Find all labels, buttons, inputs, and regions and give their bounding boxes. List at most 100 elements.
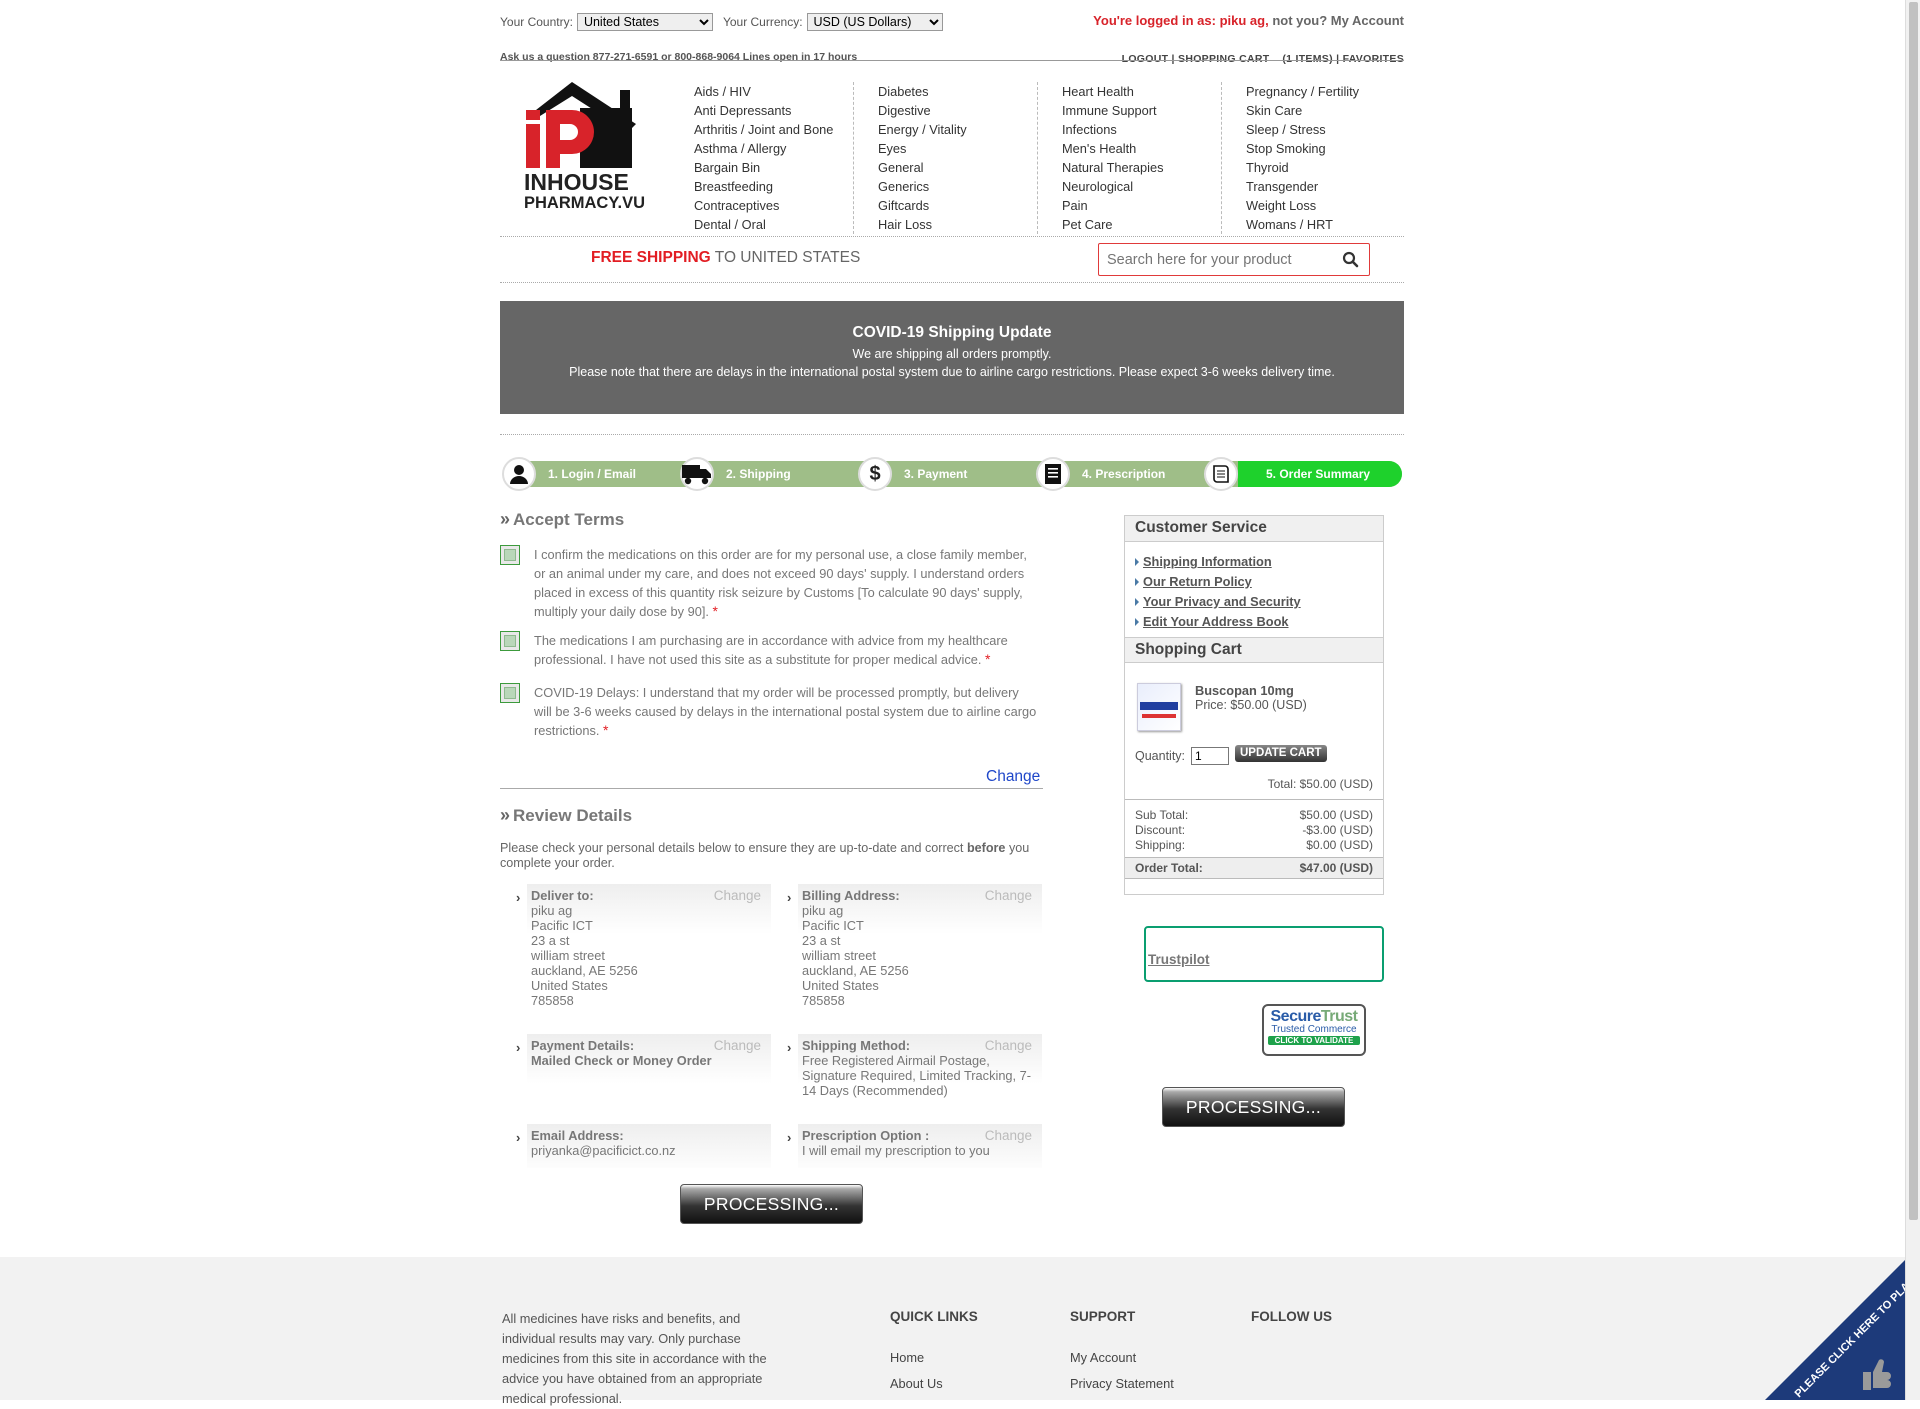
step-payment[interactable]: $ 3. Payment xyxy=(858,457,967,491)
update-cart-button[interactable]: UPDATE CART xyxy=(1235,745,1327,762)
category-link[interactable]: Skin Care xyxy=(1246,101,1388,120)
divider xyxy=(500,434,1404,435)
category-link[interactable]: Digestive xyxy=(878,101,1029,120)
shipping-method-box: Change Shipping Method: Free Registered … xyxy=(798,1034,1042,1106)
category-link[interactable]: Dental / Oral xyxy=(694,215,845,234)
category-link[interactable]: Breastfeeding xyxy=(694,177,845,196)
address-book-link[interactable]: Edit Your Address Book xyxy=(1135,612,1373,632)
category-link[interactable]: Asthma / Allergy xyxy=(694,139,845,158)
step-order-summary[interactable]: 5. Order Summary xyxy=(1204,457,1370,491)
category-link[interactable]: Pregnancy / Fertility xyxy=(1246,82,1388,101)
category-link[interactable]: Contraceptives xyxy=(694,196,845,215)
category-link[interactable]: Neurological xyxy=(1062,177,1213,196)
divider xyxy=(500,788,1043,789)
search-icon[interactable] xyxy=(1341,250,1361,270)
privacy-security-link[interactable]: Your Privacy and Security xyxy=(1135,592,1373,612)
category-link[interactable]: Arthritis / Joint and Bone xyxy=(694,120,845,139)
step-label: 5. Order Summary xyxy=(1266,467,1370,481)
step-shipping[interactable]: 2. Shipping xyxy=(680,457,791,491)
covid-title: COVID-19 Shipping Update xyxy=(500,324,1404,342)
payment-method: Mailed Check or Money Order xyxy=(531,1053,767,1068)
category-link[interactable]: Giftcards xyxy=(878,196,1029,215)
processing-button[interactable]: PROCESSING... xyxy=(680,1184,863,1224)
return-policy-link[interactable]: Our Return Policy xyxy=(1135,572,1373,592)
category-link[interactable]: Natural Therapies xyxy=(1062,158,1213,177)
term-item: The medications I am purchasing are in a… xyxy=(500,631,1040,669)
shopping-cart-link[interactable]: SHOPPING CART xyxy=(1178,53,1269,65)
logout-link[interactable]: LOGOUT xyxy=(1122,53,1169,65)
category-link[interactable]: Men's Health xyxy=(1062,139,1213,158)
scrollbar[interactable] xyxy=(1905,0,1920,1400)
category-link[interactable]: General xyxy=(878,158,1029,177)
trustpilot-link[interactable]: Trustpilot xyxy=(1148,952,1210,967)
category-link[interactable]: Womans / HRT xyxy=(1246,215,1388,234)
category-link[interactable]: Sleep / Stress xyxy=(1246,120,1388,139)
category-link[interactable]: Heart Health xyxy=(1062,82,1213,101)
category-link[interactable]: Immune Support xyxy=(1062,101,1213,120)
double-chevron-icon: » xyxy=(500,805,507,826)
category-link[interactable]: Eyes xyxy=(878,139,1029,158)
category-link[interactable]: Pet Care xyxy=(1062,215,1213,234)
quantity-input[interactable] xyxy=(1191,747,1229,765)
category-link[interactable]: Thyroid xyxy=(1246,158,1388,177)
inhouse-pharmacy-logo[interactable]: INHOUSE PHARMACY.VU xyxy=(524,80,654,220)
footer-link-privacy[interactable]: Privacy Statement xyxy=(1070,1376,1174,1391)
currency-select[interactable]: USD (US Dollars) xyxy=(807,13,943,31)
scrollbar-thumb[interactable] xyxy=(1909,2,1918,1220)
change-delivery-link[interactable]: Change xyxy=(714,888,761,903)
change-prescription-link[interactable]: Change xyxy=(985,1128,1032,1143)
address-line: william street xyxy=(802,948,1038,963)
change-terms-link[interactable]: Change xyxy=(986,768,1040,786)
terms-checkbox[interactable] xyxy=(500,683,520,703)
step-login[interactable]: 1. Login / Email xyxy=(502,457,636,491)
logo-text-line2: PHARMACY.VU xyxy=(524,194,645,212)
category-link[interactable]: Aids / HIV xyxy=(694,82,845,101)
category-link[interactable]: Weight Loss xyxy=(1246,196,1388,215)
category-link[interactable]: Energy / Vitality xyxy=(878,120,1029,139)
terms-checkbox[interactable] xyxy=(500,545,520,565)
my-account-link[interactable]: not you? My Account xyxy=(1272,13,1404,28)
change-payment-link[interactable]: Change xyxy=(714,1038,761,1053)
category-link[interactable]: Pain xyxy=(1062,196,1213,215)
favorites-link[interactable]: FAVORITES xyxy=(1343,53,1404,65)
shipping-info-link[interactable]: Shipping Information xyxy=(1135,552,1373,572)
category-link[interactable]: Generics xyxy=(878,177,1029,196)
section-title: Accept Terms xyxy=(513,510,624,530)
address-line: piku ag xyxy=(802,903,1038,918)
step-prescription[interactable]: 4. Prescription xyxy=(1036,457,1165,491)
address-line: piku ag xyxy=(531,903,767,918)
address-line: william street xyxy=(531,948,767,963)
search-input[interactable] xyxy=(1099,252,1335,268)
shipping-label: Shipping: xyxy=(1135,838,1185,853)
footer-link-my-account[interactable]: My Account xyxy=(1070,1350,1136,1365)
change-shipping-link[interactable]: Change xyxy=(985,1038,1032,1053)
category-link[interactable]: Transgender xyxy=(1246,177,1388,196)
review-intro-bold: before xyxy=(967,841,1006,855)
divider xyxy=(500,236,1404,237)
customer-service-title: Customer Service xyxy=(1125,516,1383,542)
chevron-right-icon: › xyxy=(516,1040,520,1055)
category-link[interactable]: Bargain Bin xyxy=(694,158,845,177)
category-link[interactable]: Hair Loss xyxy=(878,215,1029,234)
category-link[interactable]: Stop Smoking xyxy=(1246,139,1388,158)
order-total-value: $47.00 (USD) xyxy=(1300,861,1373,876)
category-link[interactable]: Infections xyxy=(1062,120,1213,139)
payment-details-box: Change Payment Details: Mailed Check or … xyxy=(527,1034,771,1086)
change-billing-link[interactable]: Change xyxy=(985,888,1032,903)
search-box xyxy=(1098,243,1370,276)
country-select[interactable]: United States xyxy=(577,13,713,31)
terms-checkbox[interactable] xyxy=(500,631,520,651)
trustpilot-widget[interactable]: Trustpilot xyxy=(1144,926,1384,982)
footer-link-about[interactable]: About Us xyxy=(890,1376,943,1391)
category-link[interactable]: Anti Depressants xyxy=(694,101,845,120)
term-text: I confirm the medications on this order … xyxy=(534,547,1027,619)
document-icon xyxy=(1036,457,1070,491)
review-details-heading: » Review Details xyxy=(500,805,632,826)
footer-link-home[interactable]: Home xyxy=(890,1350,924,1365)
securetrust-seal[interactable]: SecureTrust Trusted Commerce CLICK TO VA… xyxy=(1262,1004,1366,1056)
feedback-tab[interactable]: PLEASE CLICK HERE TO PLACE FEEDBACK xyxy=(1725,1260,1905,1400)
scroll-icon xyxy=(1204,457,1238,491)
processing-button[interactable]: PROCESSING... xyxy=(1162,1087,1345,1127)
cart-items-count[interactable]: (1 ITEMS) xyxy=(1282,53,1333,65)
category-link[interactable]: Diabetes xyxy=(878,82,1029,101)
